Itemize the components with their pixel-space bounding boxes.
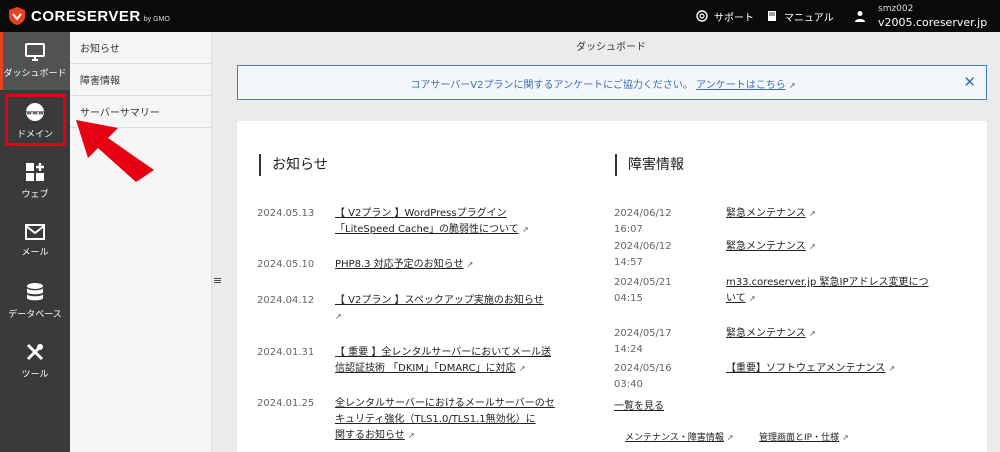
sidebar-item-database[interactable]: データベース — [0, 272, 70, 330]
notice-text-wrap: コアサーバーV2プランに関するアンケートにご協力ください。 アンケートはこちら … — [238, 76, 968, 91]
external-link-icon: ↗ — [841, 433, 849, 442]
page-title: ダッシュボード — [576, 42, 646, 53]
external-link-icon: ↗ — [726, 433, 734, 442]
news-title-line[interactable]: 【 V2プラン 】WordPressプラグイン — [335, 208, 507, 219]
incident-title-line[interactable]: いて — [726, 293, 746, 304]
logo-text: CORESERVER — [31, 7, 141, 25]
sidebar-item-label: ダッシュボード — [3, 69, 67, 79]
support-link[interactable]: サポート — [696, 0, 754, 32]
incident-title-line[interactable]: 緊急メンテナンス — [726, 328, 806, 339]
sidebar-item-tools[interactable]: ツール — [0, 332, 70, 390]
book-icon — [768, 11, 776, 21]
coreserver-logo[interactable]: CORESERVER by GMO — [8, 6, 170, 26]
incident-title-line[interactable]: 緊急メンテナンス — [726, 241, 806, 252]
sidebar-item-label: ウェブ — [21, 190, 49, 200]
incident-date: 2024/06/12 16:07 — [614, 208, 672, 235]
incident-title-line[interactable]: 【重要】ソフトウェアメンテナンス — [726, 363, 885, 374]
user-icon — [855, 11, 865, 22]
news-date: 2024.05.10 — [257, 259, 315, 270]
footer-link-label: メンテナンス・障害情報 — [625, 433, 724, 443]
footer-link-label: 管理画面とIP・仕様 — [759, 433, 840, 443]
submenu-item-news[interactable]: お知らせ — [70, 32, 211, 64]
survey-link[interactable]: アンケートはこちら — [696, 80, 786, 91]
sidebar-item-label: メール — [21, 248, 49, 258]
notice-text: コアサーバーV2プランに関するアンケートにご協力ください。 — [410, 80, 693, 91]
user-name: smz002 — [878, 4, 914, 14]
external-link-icon: ↗ — [408, 431, 415, 440]
user-host: v2005.coreserver.jp — [878, 16, 988, 29]
see-all-incidents-link[interactable]: 一覧を見る — [614, 397, 664, 412]
submenu-item-incidents[interactable]: 障害情報 — [70, 64, 211, 96]
survey-notice-banner: コアサーバーV2プランに関するアンケートにご協力ください。 アンケートはこちら … — [237, 65, 987, 100]
external-link-icon: ↗ — [809, 329, 816, 338]
news-date: 2024.01.31 — [257, 347, 315, 358]
shield-logo-icon — [9, 7, 25, 25]
database-icon — [27, 283, 43, 301]
red-arrow-pointer — [76, 120, 154, 182]
incident-title-line[interactable]: m33.coreserver.jp 緊急IPアドレス変更につ — [726, 277, 929, 288]
news-title-line[interactable]: 【 重要 】全レンタルサーバーにおいてメール送 — [335, 347, 551, 358]
external-link-icon: ↗ — [521, 225, 529, 234]
admin-ip-spec-link[interactable]: 管理画面とIP・仕様 ↗ — [759, 430, 849, 443]
maintenance-info-link[interactable]: メンテナンス・障害情報 ↗ — [625, 430, 733, 443]
sidebar-item-dashboard[interactable]: ダッシュボード — [0, 32, 70, 90]
news-date: 2024.05.13 — [257, 208, 315, 219]
sidebar-item-label: データベース — [8, 310, 62, 320]
sidebar-item-web[interactable]: ウェブ — [0, 152, 70, 210]
main-content: ダッシュボード コアサーバーV2プランに関するアンケートにご協力ください。 アン… — [222, 32, 1000, 452]
incident-date: 2024/06/12 14:57 — [614, 241, 672, 268]
hamburger-icon[interactable]: ≡ — [213, 274, 222, 287]
incident-date: 2024/05/17 14:24 — [614, 328, 672, 355]
sidebar-item-mail[interactable]: メール — [0, 212, 70, 270]
news-date: 2024.04.12 — [257, 295, 315, 306]
sidebar-item-label: ツール — [21, 370, 49, 380]
external-link-icon: ↗ — [466, 260, 474, 269]
dashboard-card: お知らせ 2024.05.13 【 V2プラン 】WordPressプラグイン … — [237, 121, 987, 452]
notice-close-button[interactable]: ✕ — [963, 73, 976, 91]
external-link-icon: ↗ — [809, 242, 816, 251]
logo-sub: by GMO — [143, 15, 170, 23]
top-header: CORESERVER by GMO サポート マニュアル smz002 v200… — [0, 0, 1000, 32]
news-title-line[interactable]: PHP8.3 対応予定のお知らせ — [335, 259, 463, 270]
news-title-line[interactable]: 「LiteSpeed Cache」の脆弱性について — [335, 224, 519, 235]
support-label: サポート — [714, 12, 754, 24]
external-link-icon: ↗ — [748, 294, 756, 303]
domain-highlight-box — [5, 94, 66, 146]
incident-date: 2024/05/21 04:15 — [614, 277, 672, 304]
news-title-line[interactable]: 関するお知らせ — [335, 430, 405, 441]
incident-title-line[interactable]: 緊急メンテナンス — [726, 208, 806, 219]
submenu-collapse-handle[interactable] — [212, 32, 222, 452]
external-link-icon: ↗ — [809, 209, 816, 218]
news-heading: お知らせ — [259, 154, 328, 176]
external-link-icon: ↗ — [335, 312, 342, 321]
news-title-line[interactable]: キュリティ強化（TLS1.0/TLS1.1無効化）に — [335, 414, 536, 425]
dashboard-submenu: お知らせ 障害情報 サーバーサマリー — [70, 32, 212, 452]
monitor-icon — [25, 43, 45, 61]
external-link-icon: ↗ — [888, 364, 896, 373]
manual-label: マニュアル — [784, 12, 834, 24]
external-link-icon: ↗ — [788, 81, 796, 90]
tools-icon — [26, 343, 44, 361]
manual-link[interactable]: マニュアル — [766, 0, 834, 32]
external-link-icon: ↗ — [518, 364, 526, 373]
news-date: 2024.01.25 — [257, 398, 315, 409]
lifebuoy-icon — [696, 10, 708, 22]
envelope-icon — [25, 224, 45, 240]
incidents-heading: 障害情報 — [615, 154, 684, 176]
news-title-line[interactable]: 全レンタルサーバーにおけるメールサーバーのセ — [335, 398, 555, 409]
grid-plus-icon — [26, 163, 44, 181]
user-menu[interactable]: smz002 v2005.coreserver.jp — [854, 2, 987, 30]
news-title-line[interactable]: 【 V2プラン 】スペックアップ実施のお知らせ — [335, 295, 544, 306]
news-title-line[interactable]: 信認証技術 「DKIM」「DMARC」に対応 — [335, 363, 516, 374]
incident-date: 2024/05/16 03:40 — [614, 363, 672, 390]
